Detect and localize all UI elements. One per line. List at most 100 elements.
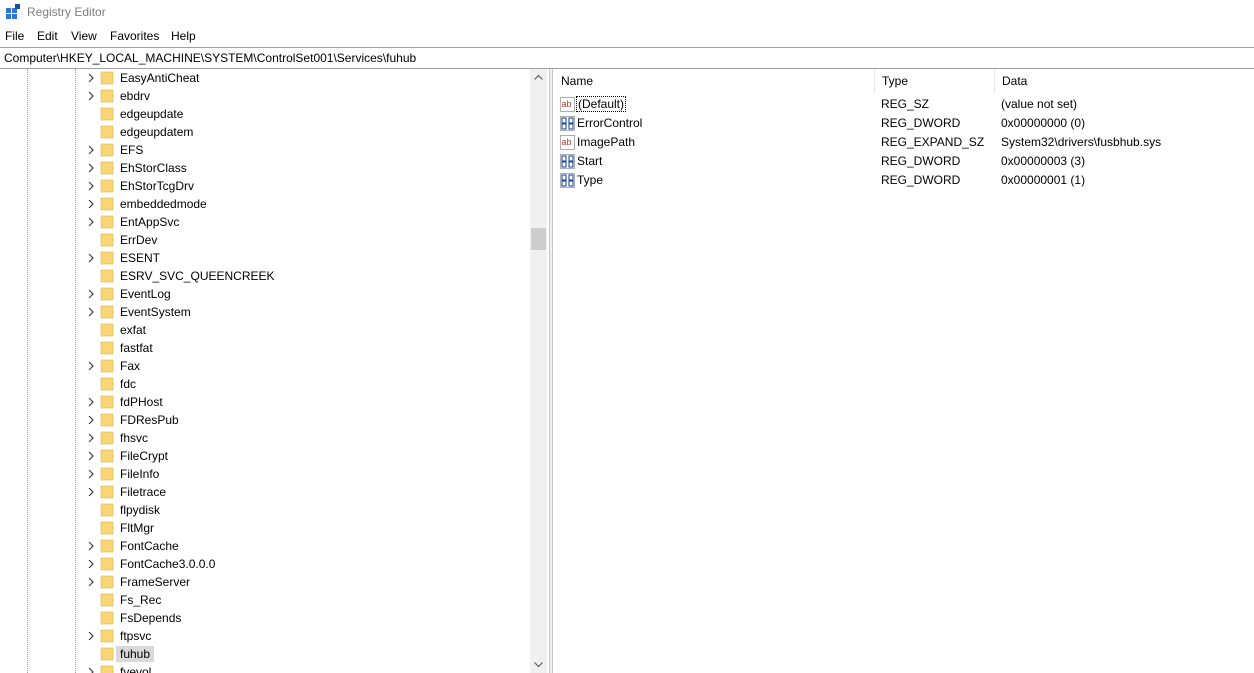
tree-item-label: edgeupdatem [120, 125, 194, 139]
tree-item[interactable]: FrameServer [0, 573, 530, 591]
chevron-right-icon[interactable] [86, 415, 96, 425]
folder-icon [100, 269, 114, 283]
chevron-right-icon[interactable] [86, 541, 96, 551]
chevron-right-icon[interactable] [86, 199, 96, 209]
value-type: REG_EXPAND_SZ [881, 135, 985, 149]
folder-icon [100, 287, 114, 301]
chevron-right-icon[interactable] [86, 181, 96, 191]
tree-item[interactable]: EhStorClass [0, 159, 530, 177]
tree-item[interactable]: fvevol [0, 663, 530, 673]
tree-item[interactable]: flpydisk [0, 501, 530, 519]
chevron-right-icon[interactable] [86, 307, 96, 317]
folder-icon [100, 431, 114, 445]
value-row[interactable]: ab (Default) REG_SZ (value not set) [554, 95, 1254, 114]
chevron-right-icon[interactable] [86, 667, 96, 673]
tree-item[interactable]: EntAppSvc [0, 213, 530, 231]
tree-item[interactable]: exfat [0, 321, 530, 339]
value-row[interactable]: Type REG_DWORD 0x00000001 (1) [554, 171, 1254, 190]
folder-icon [100, 161, 114, 175]
tree-item[interactable]: EasyAntiCheat [0, 69, 530, 87]
tree-scrollbar[interactable] [530, 69, 547, 673]
tree-item[interactable]: Filetrace [0, 483, 530, 501]
chevron-right-icon[interactable] [86, 145, 96, 155]
folder-icon [100, 125, 114, 139]
tree-item[interactable]: EhStorTcgDrv [0, 177, 530, 195]
value-row[interactable]: ErrorControl REG_DWORD 0x00000000 (0) [554, 114, 1254, 133]
tree-item[interactable]: FltMgr [0, 519, 530, 537]
tree-item[interactable]: ftpsvc [0, 627, 530, 645]
menu-favorites[interactable]: Favorites [110, 29, 159, 43]
tree-item[interactable]: fastfat [0, 339, 530, 357]
pane-splitter[interactable] [549, 69, 553, 673]
tree-item-label: ftpsvc [120, 629, 152, 643]
value-data: System32\drivers\fusbhub.sys [1001, 135, 1162, 149]
value-row[interactable]: ab ImagePath REG_EXPAND_SZ System32\drivers… [554, 133, 1254, 152]
values-list[interactable]: Name Type Data ab (Default) REG_SZ (value n… [554, 69, 1254, 673]
tree-item[interactable]: embeddedmode [0, 195, 530, 213]
chevron-right-icon[interactable] [86, 91, 96, 101]
tree-item[interactable]: FontCache3.0.0.0 [0, 555, 530, 573]
menu-edit[interactable]: Edit [37, 29, 58, 43]
address-path[interactable]: Computer\HKEY_LOCAL_MACHINE\SYSTEM\Contr… [4, 51, 416, 65]
tree-item[interactable]: Fs_Rec [0, 591, 530, 609]
tree-item[interactable]: FileCrypt [0, 447, 530, 465]
value-data: 0x00000000 (0) [1001, 116, 1086, 130]
folder-icon [100, 143, 114, 157]
tree-item-label: ESENT [120, 251, 161, 265]
string-value-icon: ab [560, 135, 575, 150]
tree-item[interactable]: fuhub [0, 645, 530, 663]
chevron-right-icon[interactable] [86, 397, 96, 407]
tree-item[interactable]: fdc [0, 375, 530, 393]
address-bar[interactable]: Computer\HKEY_LOCAL_MACHINE\SYSTEM\Contr… [0, 47, 1254, 69]
string-value-icon: ab [560, 97, 575, 112]
column-header-name[interactable]: Name [554, 69, 875, 93]
tree-item[interactable]: FileInfo [0, 465, 530, 483]
chevron-right-icon[interactable] [86, 253, 96, 263]
folder-icon [100, 503, 114, 517]
key-tree[interactable]: EasyAntiCheat ebdrv edgeupdate edgeupdatem E… [0, 69, 548, 673]
tree-item[interactable]: ESRV_SVC_QUEENCREEK [0, 267, 530, 285]
tree-item[interactable]: edgeupdatem [0, 123, 530, 141]
chevron-right-icon[interactable] [86, 469, 96, 479]
tree-item-label: FDResPub [120, 413, 179, 427]
tree-item[interactable]: FsDepends [0, 609, 530, 627]
value-data: 0x00000003 (3) [1001, 154, 1086, 168]
chevron-right-icon[interactable] [86, 577, 96, 587]
column-header-data[interactable]: Data [995, 69, 1254, 93]
chevron-right-icon[interactable] [86, 163, 96, 173]
tree-item[interactable]: fdPHost [0, 393, 530, 411]
tree-item[interactable]: ErrDev [0, 231, 530, 249]
value-type: REG_SZ [881, 97, 930, 111]
menu-help[interactable]: Help [171, 29, 196, 43]
tree-item[interactable]: EventLog [0, 285, 530, 303]
scroll-thumb[interactable] [531, 228, 546, 250]
value-row[interactable]: Start REG_DWORD 0x00000003 (3) [554, 152, 1254, 171]
tree-item[interactable]: ESENT [0, 249, 530, 267]
scroll-down-arrow-icon[interactable] [530, 656, 547, 673]
tree-item[interactable]: FDResPub [0, 411, 530, 429]
tree-item[interactable]: Fax [0, 357, 530, 375]
folder-icon [100, 341, 114, 355]
scroll-up-arrow-icon[interactable] [530, 69, 547, 86]
tree-item[interactable]: EFS [0, 141, 530, 159]
tree-item[interactable]: EventSystem [0, 303, 530, 321]
chevron-right-icon[interactable] [86, 73, 96, 83]
tree-item[interactable]: edgeupdate [0, 105, 530, 123]
menu-file[interactable]: File [5, 29, 24, 43]
tree-item[interactable]: fhsvc [0, 429, 530, 447]
chevron-right-icon[interactable] [86, 289, 96, 299]
tree-item[interactable]: FontCache [0, 537, 530, 555]
column-header-type[interactable]: Type [875, 69, 995, 93]
chevron-right-icon[interactable] [86, 451, 96, 461]
chevron-right-icon[interactable] [86, 487, 96, 497]
folder-icon [100, 485, 114, 499]
menu-view[interactable]: View [71, 29, 97, 43]
chevron-right-icon[interactable] [86, 559, 96, 569]
folder-icon [100, 179, 114, 193]
chevron-right-icon[interactable] [86, 631, 96, 641]
folder-icon [100, 665, 114, 673]
chevron-right-icon[interactable] [86, 433, 96, 443]
chevron-right-icon[interactable] [86, 361, 96, 371]
tree-item[interactable]: ebdrv [0, 87, 530, 105]
chevron-right-icon[interactable] [86, 217, 96, 227]
